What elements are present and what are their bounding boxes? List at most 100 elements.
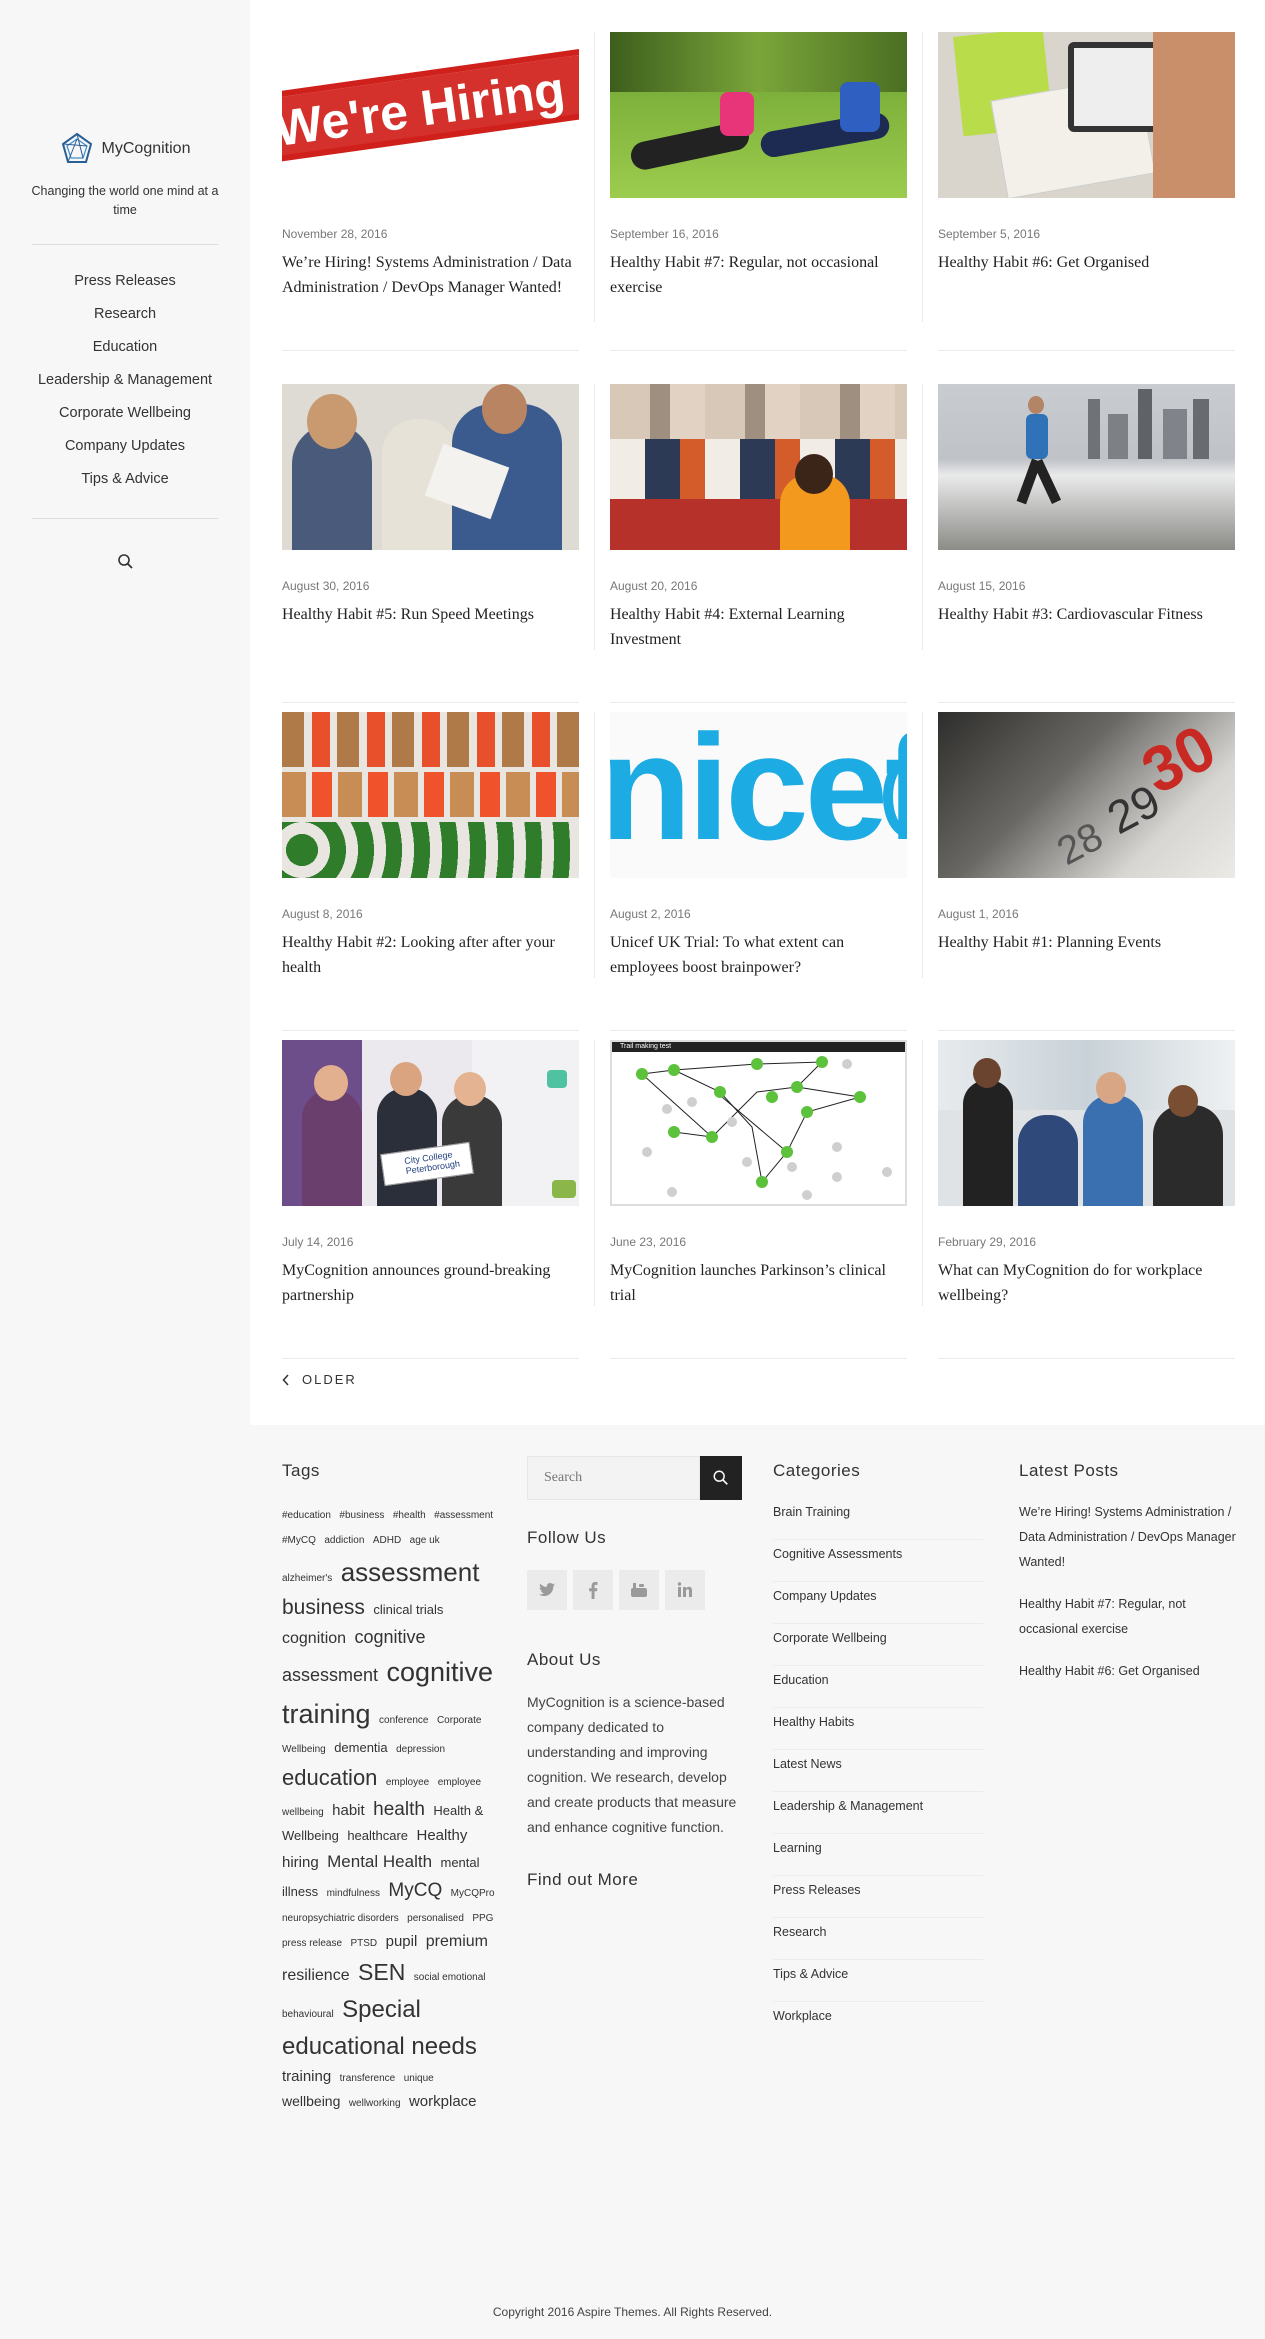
latest-post-link[interactable]: Healthy Habit #7: Regular, not occasiona… bbox=[1019, 1592, 1239, 1642]
tag-link[interactable]: habit bbox=[332, 1802, 365, 1819]
tag-link[interactable]: #health bbox=[393, 1510, 426, 1521]
nav-education[interactable]: Education bbox=[0, 336, 250, 369]
nav-press-releases[interactable]: Press Releases bbox=[0, 270, 250, 303]
tag-link[interactable]: transference bbox=[340, 2073, 396, 2084]
post-card[interactable]: We're Hiring November 28, 2016 We’re Hir… bbox=[282, 32, 579, 351]
post-thumbnail[interactable] bbox=[938, 32, 1235, 198]
category-link[interactable]: Research bbox=[773, 1918, 983, 1960]
category-link[interactable]: Education bbox=[773, 1666, 983, 1708]
category-link[interactable]: Leadership & Management bbox=[773, 1792, 983, 1834]
tag-link[interactable]: wellbeing bbox=[282, 2093, 340, 2109]
tag-link[interactable]: healthcare bbox=[347, 1828, 408, 1843]
tag-link[interactable]: employee bbox=[386, 1777, 429, 1788]
post-title[interactable]: Healthy Habit #3: Cardiovascular Fitness bbox=[938, 602, 1235, 627]
tag-link[interactable]: #MyCQ bbox=[282, 1535, 316, 1546]
category-link[interactable]: Tips & Advice bbox=[773, 1960, 983, 2002]
post-thumbnail[interactable] bbox=[938, 1040, 1235, 1206]
category-link[interactable]: Learning bbox=[773, 1834, 983, 1876]
search-input[interactable] bbox=[527, 1456, 700, 1500]
tag-link[interactable]: alzheimer's bbox=[282, 1573, 332, 1584]
tag-link[interactable]: neuropsychiatric disorders bbox=[282, 1913, 399, 1924]
post-card[interactable]: September 5, 2016 Healthy Habit #6: Get … bbox=[938, 32, 1235, 351]
post-thumbnail[interactable] bbox=[610, 384, 907, 550]
latest-post-link[interactable]: We’re Hiring! Systems Administration / D… bbox=[1019, 1500, 1239, 1575]
post-card[interactable]: August 8, 2016 Healthy Habit #2: Looking… bbox=[282, 712, 579, 1031]
category-link[interactable]: Corporate Wellbeing bbox=[773, 1624, 983, 1666]
post-title[interactable]: What can MyCognition do for workplace we… bbox=[938, 1258, 1235, 1308]
post-card[interactable]: August 20, 2016 Healthy Habit #4: Extern… bbox=[610, 384, 907, 703]
latest-post-link[interactable]: Healthy Habit #6: Get Organised bbox=[1019, 1659, 1239, 1684]
category-link[interactable]: Cognitive Assessments bbox=[773, 1540, 983, 1582]
tag-link[interactable]: cognition bbox=[282, 1630, 346, 1647]
nav-research[interactable]: Research bbox=[0, 303, 250, 336]
category-link[interactable]: Press Releases bbox=[773, 1876, 983, 1918]
post-card[interactable]: February 29, 2016 What can MyCognition d… bbox=[938, 1040, 1235, 1359]
older-posts-link[interactable]: OLDER bbox=[282, 1372, 357, 1387]
linkedin-icon[interactable] bbox=[665, 1570, 705, 1610]
twitter-icon[interactable] bbox=[527, 1570, 567, 1610]
post-thumbnail[interactable]: 30 29 28 bbox=[938, 712, 1235, 878]
post-thumbnail[interactable]: City College Peterborough bbox=[282, 1040, 579, 1206]
tag-link[interactable]: education bbox=[282, 1765, 377, 1790]
tag-link[interactable]: #education bbox=[282, 1510, 331, 1521]
post-card[interactable]: August 15, 2016 Healthy Habit #3: Cardio… bbox=[938, 384, 1235, 703]
tag-link[interactable]: MyCQ bbox=[388, 1880, 442, 1901]
post-title[interactable]: MyCognition launches Parkinson’s clinica… bbox=[610, 1258, 907, 1308]
tag-link[interactable]: #business bbox=[339, 1510, 384, 1521]
post-card[interactable]: nicef August 2, 2016 Unicef UK Trial: To… bbox=[610, 712, 907, 1031]
tag-link[interactable]: MyCQPro bbox=[451, 1888, 495, 1899]
tag-link[interactable]: wellworking bbox=[349, 2098, 401, 2109]
tag-link[interactable]: press release bbox=[282, 1938, 342, 1949]
search-icon[interactable] bbox=[116, 552, 136, 572]
post-thumbnail[interactable] bbox=[610, 32, 907, 198]
tag-link[interactable]: SEN bbox=[358, 1959, 405, 1985]
tag-link[interactable]: clinical trials bbox=[373, 1602, 443, 1617]
tag-link[interactable]: resilience bbox=[282, 1967, 350, 1984]
post-card[interactable]: August 30, 2016 Healthy Habit #5: Run Sp… bbox=[282, 384, 579, 703]
post-thumbnail[interactable]: nicef bbox=[610, 712, 907, 878]
tag-link[interactable]: unique bbox=[404, 2073, 434, 2084]
category-link[interactable]: Brain Training bbox=[773, 1498, 983, 1540]
tag-link[interactable]: PPG bbox=[472, 1913, 493, 1924]
tag-link[interactable]: assessment bbox=[341, 1557, 480, 1587]
tag-link[interactable]: premium bbox=[426, 1933, 488, 1950]
tag-link[interactable]: workplace bbox=[409, 2093, 477, 2110]
tag-link[interactable]: age uk bbox=[410, 1535, 440, 1546]
post-thumbnail[interactable]: We're Hiring bbox=[282, 32, 579, 198]
post-title[interactable]: We’re Hiring! Systems Administration / D… bbox=[282, 250, 579, 300]
post-title[interactable]: Healthy Habit #2: Looking after after yo… bbox=[282, 930, 579, 980]
tag-link[interactable]: personalised bbox=[407, 1913, 464, 1924]
tag-link[interactable]: pupil bbox=[386, 1933, 418, 1950]
site-logo[interactable]: MyCognition bbox=[0, 132, 250, 166]
nav-leadership-management[interactable]: Leadership & Management bbox=[0, 369, 250, 402]
post-thumbnail[interactable] bbox=[282, 712, 579, 878]
tag-link[interactable]: depression bbox=[396, 1744, 445, 1755]
tag-link[interactable]: Mental Health bbox=[327, 1852, 432, 1871]
nav-corporate-wellbeing[interactable]: Corporate Wellbeing bbox=[0, 402, 250, 435]
search-button[interactable] bbox=[700, 1456, 742, 1500]
nav-tips-advice[interactable]: Tips & Advice bbox=[0, 468, 250, 501]
tag-link[interactable]: Special educational needs bbox=[282, 1996, 477, 2060]
tag-link[interactable]: addiction bbox=[324, 1535, 364, 1546]
category-link[interactable]: Workplace bbox=[773, 2002, 983, 2044]
post-card[interactable]: Trail making test June 23, 2016 MyCognit… bbox=[610, 1040, 907, 1359]
tag-link[interactable]: #assessment bbox=[434, 1510, 493, 1521]
nav-company-updates[interactable]: Company Updates bbox=[0, 435, 250, 468]
tag-link[interactable]: PTSD bbox=[350, 1938, 377, 1949]
post-title[interactable]: Healthy Habit #5: Run Speed Meetings bbox=[282, 602, 579, 627]
post-card[interactable]: City College Peterborough July 14, 2016 … bbox=[282, 1040, 579, 1359]
post-title[interactable]: Healthy Habit #7: Regular, not occasiona… bbox=[610, 250, 907, 300]
tag-link[interactable]: ADHD bbox=[373, 1535, 401, 1546]
post-card[interactable]: September 16, 2016 Healthy Habit #7: Reg… bbox=[610, 32, 907, 351]
post-title[interactable]: Healthy Habit #6: Get Organised bbox=[938, 250, 1235, 275]
post-title[interactable]: Healthy Habit #4: External Learning Inve… bbox=[610, 602, 907, 652]
post-thumbnail[interactable] bbox=[282, 384, 579, 550]
post-thumbnail[interactable] bbox=[938, 384, 1235, 550]
tag-link[interactable]: dementia bbox=[334, 1740, 387, 1755]
facebook-icon[interactable] bbox=[573, 1570, 613, 1610]
post-thumbnail[interactable]: Trail making test bbox=[610, 1040, 907, 1206]
category-link[interactable]: Healthy Habits bbox=[773, 1708, 983, 1750]
post-card[interactable]: 30 29 28 August 1, 2016 Healthy Habit #1… bbox=[938, 712, 1235, 1031]
youtube-icon[interactable] bbox=[619, 1570, 659, 1610]
tag-link[interactable]: mindfulness bbox=[327, 1888, 380, 1899]
